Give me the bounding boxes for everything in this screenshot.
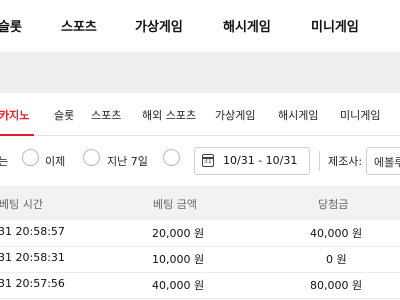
cell-bet-amount: 40,000 원	[152, 279, 205, 292]
table-row: 31 20:58:57 20,000 원 40,000 원	[0, 220, 400, 247]
header-winnings: 당첨금	[318, 198, 349, 211]
nav-sports[interactable]: 스포츠	[61, 16, 97, 35]
tab-overseas-sports[interactable]: 해외 스포츠	[142, 107, 196, 123]
radio-today[interactable]	[22, 149, 39, 166]
nav-hash-games[interactable]: 해시게임	[223, 16, 271, 35]
tab-mini-games[interactable]: 미니게임	[340, 107, 380, 123]
radio-last-7-days[interactable]	[83, 149, 100, 166]
tab-slots[interactable]: 슬롯	[54, 107, 74, 123]
cell-bet-time: 31 20:58:31	[0, 251, 65, 264]
cell-winnings: 40,000 원	[310, 227, 363, 240]
cell-winnings: 0 원	[326, 253, 347, 266]
tab-hash-games[interactable]: 해시게임	[278, 107, 318, 123]
radio-custom-range[interactable]	[163, 149, 180, 166]
option-last-7-days-label[interactable]: 지난 7일	[107, 153, 148, 169]
provider-label: 제조사:	[328, 155, 363, 168]
period-label: 는	[0, 155, 9, 168]
table-row: 31 20:57:56 40,000 원 80,000 원	[0, 272, 400, 299]
provider-select[interactable]: 에볼루션	[366, 147, 400, 175]
date-range-picker[interactable]: 31 10/31 - 10/31	[194, 147, 310, 175]
option-today-label[interactable]: 이제	[45, 153, 65, 169]
cell-bet-time: 31 20:58:57	[0, 225, 65, 238]
calendar-icon: 31	[202, 154, 214, 167]
tab-virtual-games[interactable]: 가상게임	[215, 107, 255, 123]
tab-sports[interactable]: 스포츠	[91, 107, 121, 123]
table-header: 베팅 시간 베팅 금액 당첨금	[0, 186, 400, 220]
cell-bet-amount: 20,000 원	[152, 227, 205, 240]
header-bet-amount: 베팅 금액	[153, 198, 197, 211]
cell-bet-time: 31 20:57:56	[0, 277, 65, 290]
cell-bet-amount: 10,000 원	[152, 253, 205, 266]
table-row: 31 20:58:31 10,000 원 0 원	[0, 246, 400, 273]
category-tabs: 카지노 슬롯 스포츠 해외 스포츠 가상게임 해시게임 미니게임	[0, 93, 400, 136]
page-banner-band	[0, 52, 400, 93]
nav-mini-games[interactable]: 미니게임	[311, 16, 359, 35]
header-bet-time: 베팅 시간	[0, 198, 43, 211]
tab-casino[interactable]: 카지노	[0, 107, 29, 123]
provider-select-value: 에볼루션	[374, 156, 400, 169]
cell-winnings: 80,000 원	[310, 279, 363, 292]
top-navigation: 슬롯 스포츠 가상게임 해시게임 미니게임	[0, 0, 400, 52]
filter-divider	[319, 151, 320, 171]
nav-virtual-games[interactable]: 가상게임	[135, 16, 183, 35]
date-range-value: 10/31 - 10/31	[223, 154, 298, 167]
nav-slots[interactable]: 슬롯	[0, 16, 22, 35]
